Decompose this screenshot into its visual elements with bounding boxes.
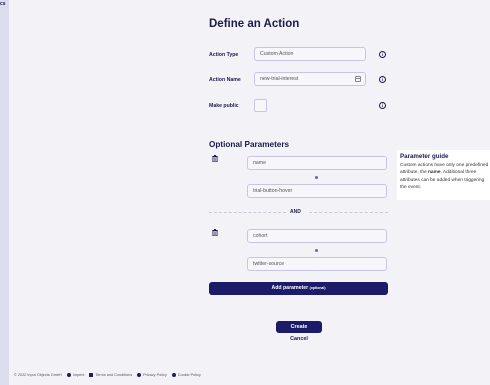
terms-icon <box>89 373 94 377</box>
make-public-checkbox[interactable] <box>254 99 267 112</box>
trash-icon[interactable] <box>212 155 218 162</box>
footer-link-terms[interactable]: Terms and Conditions <box>95 373 132 377</box>
parameter-guide-title: Parameter guide <box>400 153 449 160</box>
parameter-value-field[interactable]: twitter-source <box>247 257 387 271</box>
footer-copyright: © 2022 Input Objects GmbH <box>14 373 62 377</box>
action-name-value: new-trial-interest <box>260 76 299 82</box>
action-type-value: Custom Action <box>260 51 294 57</box>
trash-icon[interactable] <box>212 229 218 236</box>
separator-line <box>309 212 388 213</box>
info-icon[interactable]: i <box>379 102 386 109</box>
imprint-icon <box>66 373 71 377</box>
equals-dot <box>315 176 318 179</box>
equals-dot <box>315 249 318 252</box>
parameter-guide-text: Custom actions have only one predefined … <box>400 162 490 192</box>
action-name-label: Action Name <box>209 77 241 83</box>
guide-text-bold: name <box>428 170 441 176</box>
footer: © 2022 Input Objects GmbH Imprint Terms … <box>14 373 201 377</box>
add-parameter-label: Add parameter <box>271 285 309 291</box>
info-icon[interactable]: i <box>379 76 386 83</box>
cookie-icon <box>171 373 176 377</box>
footer-link-imprint[interactable]: Imprint <box>73 373 85 377</box>
parameter-value-field[interactable]: trial-button-hover <box>247 184 387 198</box>
parameter-value-value: trial-button-hover <box>253 188 293 194</box>
parameter-value-value: twitter-source <box>253 261 285 267</box>
left-sidebar: cs <box>0 0 9 385</box>
action-type-label: Action Type <box>209 52 239 58</box>
page-title: Define an Action <box>209 18 300 30</box>
parameter-key-value: name <box>253 160 266 166</box>
footer-link-cookie[interactable]: Cookie Policy <box>178 373 201 377</box>
parameter-key-field[interactable]: name <box>247 156 387 170</box>
and-separator: AND <box>290 209 301 215</box>
add-parameter-button[interactable]: Add parameter (optional) <box>209 282 388 295</box>
info-icon[interactable]: i <box>379 51 386 58</box>
action-name-field[interactable]: new-trial-interest <box>254 72 366 86</box>
calendar-icon[interactable] <box>355 76 361 82</box>
make-public-label: Make public <box>209 103 239 109</box>
parameter-key-field[interactable]: cohort <box>247 229 387 243</box>
add-parameter-optional-label: (optional) <box>309 286 326 290</box>
parameter-key-value: cohort <box>253 233 268 239</box>
privacy-icon <box>137 373 142 377</box>
create-button[interactable]: Create <box>276 321 322 333</box>
footer-link-privacy[interactable]: Privacy Policy <box>143 373 167 377</box>
action-type-field[interactable]: Custom Action <box>254 47 366 61</box>
sidebar-label: cs <box>0 1 6 7</box>
parameter-guide: Parameter guide Custom actions have only… <box>397 150 490 200</box>
optional-parameters-title: Optional Parameters <box>209 140 290 149</box>
separator-line <box>209 212 286 213</box>
cancel-link[interactable]: Cancel <box>276 336 322 342</box>
